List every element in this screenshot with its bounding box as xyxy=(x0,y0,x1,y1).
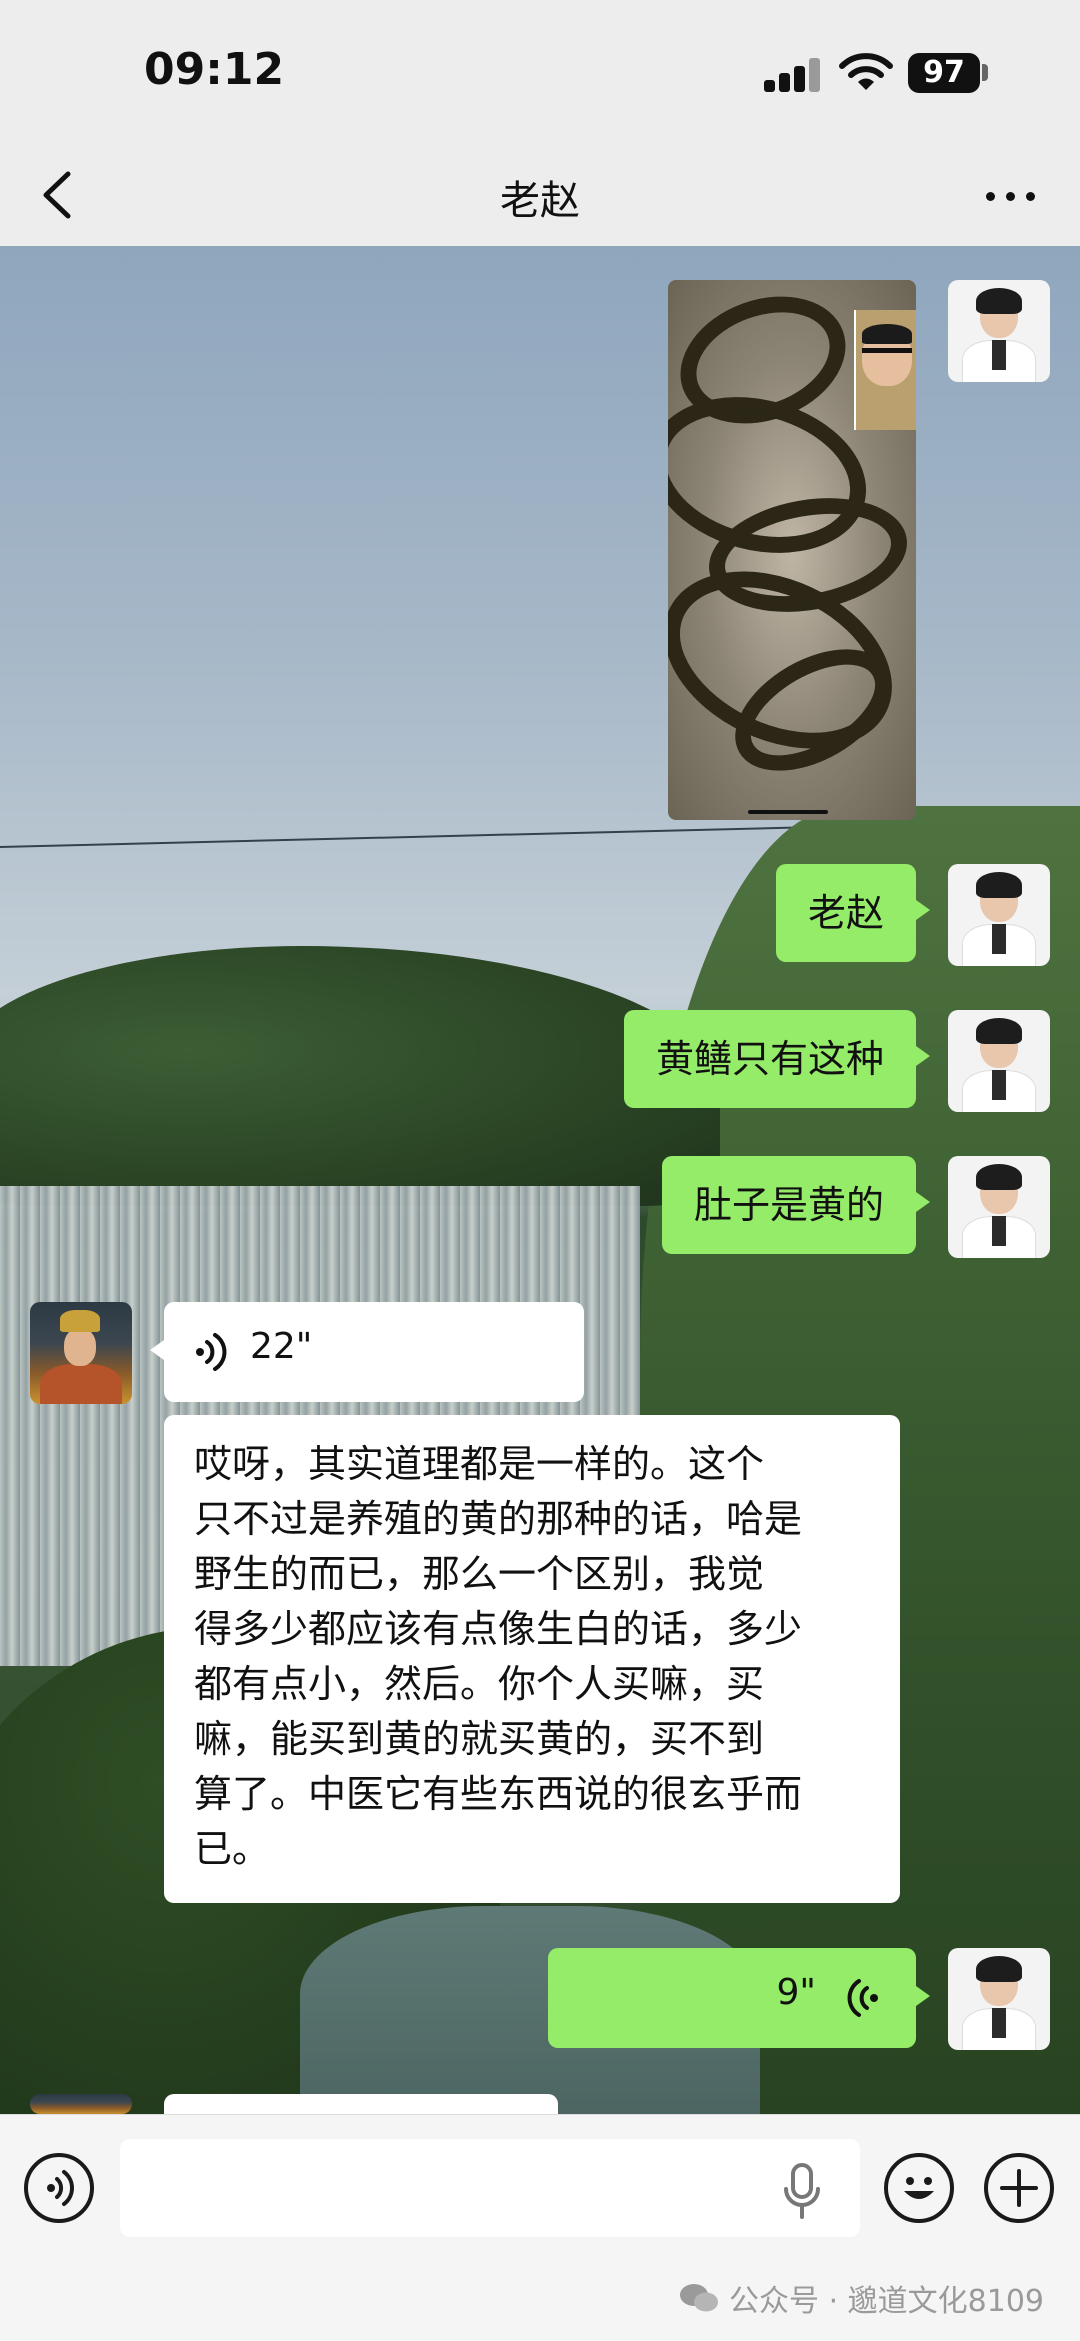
avatar-self[interactable] xyxy=(948,1010,1050,1112)
voice-transcript[interactable]: 哎呀，其实道理都是一样的。这个 只不过是养殖的黄的那种的话，哈是 野生的而已，那… xyxy=(164,1415,900,1903)
transcript-line: 已。 xyxy=(194,1827,271,1871)
chat-title: 老赵 xyxy=(500,178,580,224)
avatar-self[interactable] xyxy=(948,280,1050,382)
mic-icon[interactable] xyxy=(780,2161,824,2221)
chat-header: 老赵 xyxy=(0,146,1080,246)
message-text: 肚子是黄的 xyxy=(693,1183,884,1227)
watermark-text: 公众号 · 邈道文化8109 xyxy=(729,2284,1044,2319)
message-input[interactable] xyxy=(120,2139,860,2237)
transcript-line: 都有点小，然后。你个人买嘛，买 xyxy=(194,1662,765,1706)
transcript-line: 野生的而已，那么一个区别，我觉 xyxy=(194,1552,765,1596)
message-bubble-outgoing[interactable]: 肚子是黄的 xyxy=(661,1156,931,1254)
status-time: 09:12 xyxy=(144,44,285,95)
signal-icon xyxy=(764,58,822,92)
message-bubble-outgoing[interactable]: 黄鳝只有这种 xyxy=(623,1010,931,1108)
wifi-icon xyxy=(839,53,893,90)
voice-duration: 22" xyxy=(250,1326,313,1367)
transcript-line: 哎呀，其实道理都是一样的。这个 xyxy=(194,1442,765,1486)
avatar-self[interactable] xyxy=(948,1948,1050,2050)
avatar-contact[interactable] xyxy=(30,1302,132,1404)
avatar-contact[interactable] xyxy=(30,2094,132,2114)
plus-icon[interactable] xyxy=(984,2153,1054,2223)
background-trees-left xyxy=(0,946,720,1206)
voice-icon[interactable] xyxy=(24,2153,94,2223)
voice-wave-icon xyxy=(196,1333,227,1371)
emoji-icon[interactable] xyxy=(884,2153,954,2223)
image-home-indicator xyxy=(748,810,828,814)
transcript-line: 嘛，能买到黄的就买黄的，买不到 xyxy=(194,1717,765,1761)
voice-message-incoming[interactable]: 22" xyxy=(150,1302,584,1402)
status-bar: 09:12 97 xyxy=(0,0,1080,146)
transcript-line: 得多少都应该有点像生白的话，多少 xyxy=(194,1607,803,1651)
message-text: 黄鳝只有这种 xyxy=(655,1037,884,1081)
watermark: 公众号 · 邈道文化8109 xyxy=(679,2276,1044,2320)
transcript-line: 算了。中医它有些东西说的很玄乎而 xyxy=(194,1772,803,1816)
voice-wave-icon xyxy=(847,1979,878,2017)
wechat-logo-icon xyxy=(680,2284,719,2312)
transcript-line: 只不过是养殖的黄的那种的话，哈是 xyxy=(194,1497,803,1541)
battery-indicator: 97 xyxy=(908,53,980,93)
message-text: 老赵 xyxy=(807,891,884,935)
battery-tip xyxy=(982,64,988,81)
voice-duration: 9" xyxy=(776,1972,816,2013)
voice-message-outgoing[interactable]: 9" xyxy=(548,1948,930,2048)
avatar-self[interactable] xyxy=(948,864,1050,966)
video-pip-thumbnail xyxy=(854,310,916,430)
image-message[interactable] xyxy=(668,280,916,820)
more-icon[interactable] xyxy=(976,168,1046,224)
message-bubble-outgoing[interactable]: 老赵 xyxy=(775,864,931,962)
avatar-self[interactable] xyxy=(948,1156,1050,1258)
